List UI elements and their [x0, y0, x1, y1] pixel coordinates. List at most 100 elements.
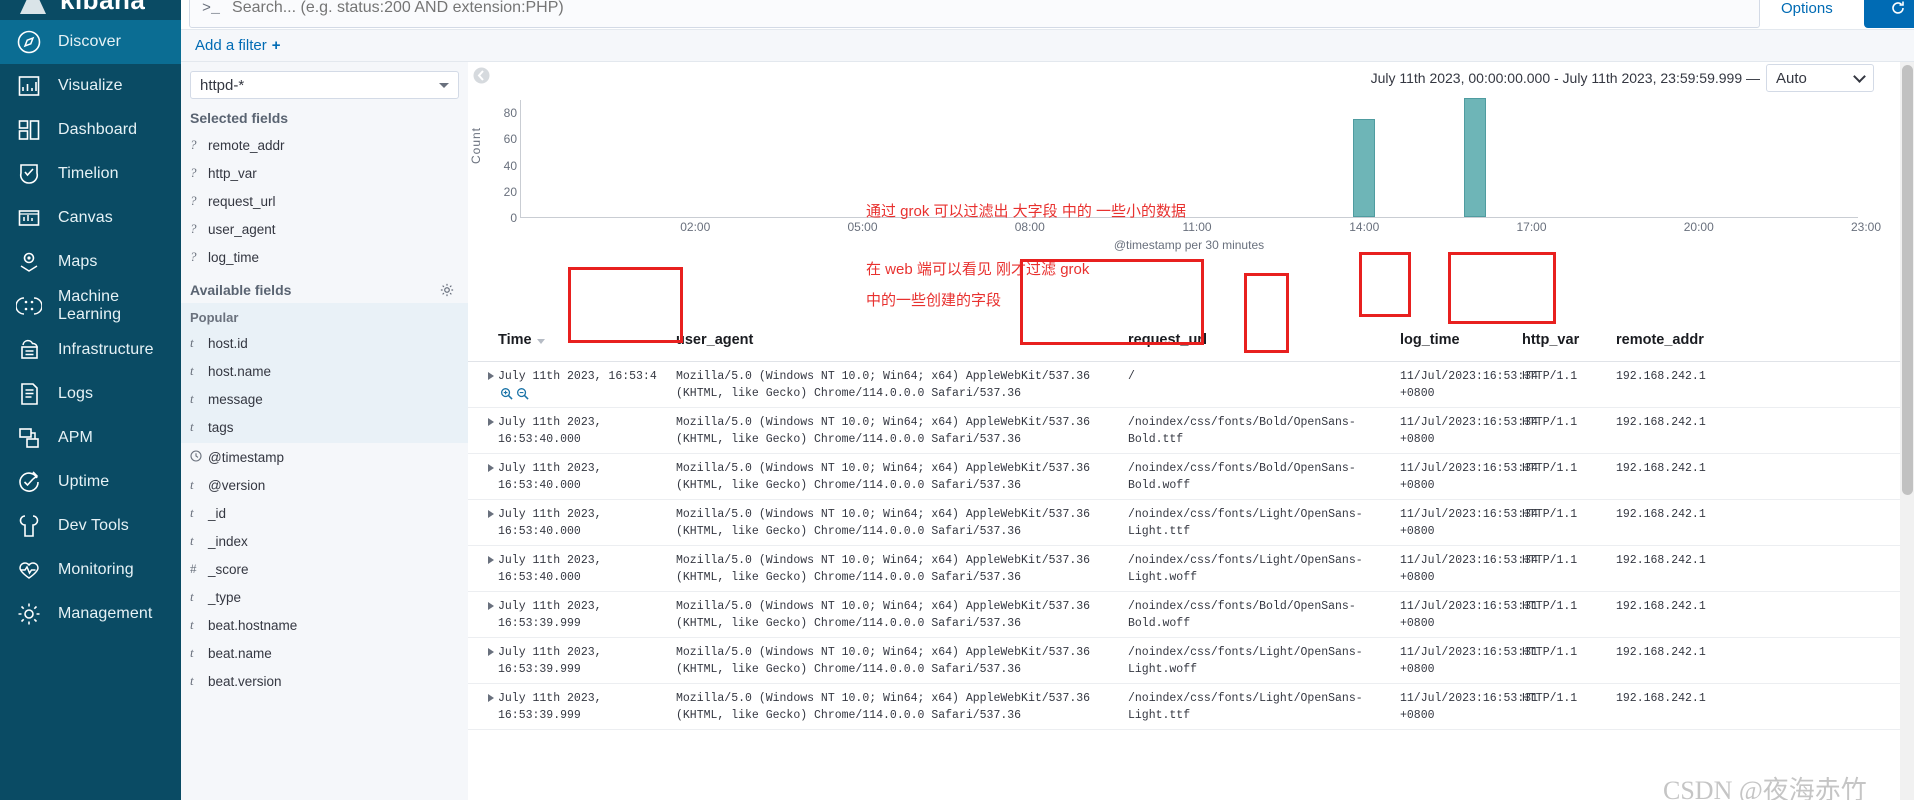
column-header-user-agent[interactable]: user_agent [676, 332, 1128, 348]
cell-user-agent: Mozilla/5.0 (Windows NT 10.0; Win64; x64… [676, 416, 1091, 446]
expand-row-button[interactable] [468, 507, 498, 545]
field-item-message[interactable]: t message [181, 385, 468, 413]
chevron-right-icon[interactable] [488, 556, 494, 564]
popular-fields-list: t host.id t host.name t message t tags [181, 329, 468, 441]
cell-request-url: /noindex/css/fonts/Bold/OpenSans-Bold.wo… [1128, 462, 1356, 492]
field-item--index[interactable]: t _index [181, 527, 468, 555]
column-header-time[interactable]: Time [498, 332, 676, 348]
field-settings-gear-icon[interactable] [440, 283, 454, 297]
expand-row-button[interactable] [468, 691, 498, 729]
chevron-right-icon[interactable] [488, 418, 494, 426]
expand-row-button[interactable] [468, 461, 498, 499]
field-name: @version [208, 477, 266, 493]
chevron-right-icon[interactable] [488, 372, 494, 380]
sidebar-item-discover[interactable]: Discover [0, 20, 181, 64]
field-item-host-name[interactable]: t host.name [181, 357, 468, 385]
sidebar-item-logs[interactable]: Logs [0, 372, 181, 416]
field-item--timestamp[interactable]: @timestamp [181, 443, 468, 471]
sidebar-item-label: Dev Tools [58, 517, 129, 534]
expand-row-button[interactable] [468, 553, 498, 591]
sidebar-item-apm[interactable]: APM [0, 416, 181, 460]
cell-request-url: / [1128, 370, 1135, 383]
table-header-row: Time user_agent request_url log_time htt… [468, 318, 1914, 362]
field-item--type[interactable]: t _type [181, 583, 468, 611]
sidebar-item-visualize[interactable]: Visualize [0, 64, 181, 108]
field-name: _id [208, 505, 227, 521]
column-header-log-time[interactable]: log_time [1400, 332, 1522, 348]
field-item-request-url[interactable]: ? request_url [181, 187, 468, 215]
table-row[interactable]: July 11th 2023, 16:53:39.999 Mozilla/5.0 … [468, 592, 1914, 638]
infrastructure-icon [16, 337, 42, 363]
interval-select[interactable]: Auto [1766, 64, 1874, 92]
page-scrollbar[interactable] [1900, 62, 1914, 800]
table-row[interactable]: July 11th 2023, 16:53:4 Mozilla/5.0 (Wind… [468, 362, 1914, 408]
field-item-beat-name[interactable]: t beat.name [181, 639, 468, 667]
sidebar-item-management[interactable]: Management [0, 592, 181, 636]
sidebar-item-maps[interactable]: Maps [0, 240, 181, 284]
field-item--version[interactable]: t @version [181, 471, 468, 499]
field-item-tags[interactable]: t tags [181, 413, 468, 441]
field-item--id[interactable]: t _id [181, 499, 468, 527]
scrollbar-thumb[interactable] [1902, 65, 1913, 495]
chart-bar[interactable] [1463, 97, 1486, 217]
chevron-right-icon[interactable] [488, 510, 494, 518]
field-item-user-agent[interactable]: ? user_agent [181, 215, 468, 243]
refresh-button[interactable]: Refresh [1864, 0, 1914, 28]
chevron-right-icon[interactable] [488, 694, 494, 702]
chevron-right-icon[interactable] [488, 602, 494, 610]
index-pattern-select[interactable]: httpd-* [190, 71, 459, 99]
table-row[interactable]: July 11th 2023, 16:53:40.000 Mozilla/5.0 … [468, 454, 1914, 500]
cell-http-var: HTTP/1.1 [1522, 554, 1578, 567]
field-item-log-time[interactable]: ? log_time [181, 243, 468, 271]
chevron-right-icon[interactable] [488, 648, 494, 656]
filter-for-value-icon[interactable] [500, 387, 513, 407]
search-input[interactable] [232, 0, 1747, 17]
app-logo[interactable]: kibana [0, 0, 181, 20]
sidebar-item-monitoring[interactable]: Monitoring [0, 548, 181, 592]
cell-log-time: 11/Jul/2023:16:53:34 +0800 [1400, 370, 1539, 400]
table-row[interactable]: July 11th 2023, 16:53:39.999 Mozilla/5.0 … [468, 638, 1914, 684]
field-item-remote-addr[interactable]: ? remote_addr [181, 131, 468, 159]
cell-user-agent: Mozilla/5.0 (Windows NT 10.0; Win64; x64… [676, 462, 1091, 492]
expand-row-button[interactable] [468, 599, 498, 637]
cell-request-url: /noindex/css/fonts/Light/OpenSans-Light.… [1128, 508, 1363, 538]
table-row[interactable]: July 11th 2023, 16:53:40.000 Mozilla/5.0 … [468, 500, 1914, 546]
sort-caret-icon[interactable] [536, 338, 545, 344]
cell-time-value: July 11th 2023, 16:53:40.000 [498, 416, 602, 446]
time-range-label[interactable]: July 11th 2023, 00:00:00.000 - July 11th… [468, 70, 1760, 86]
field-name: host.name [208, 363, 272, 379]
sidebar-item-infrastructure[interactable]: Infrastructure [0, 328, 181, 372]
chart-x-tick: 17:00 [1516, 220, 1547, 234]
search-box[interactable]: >_ [189, 0, 1760, 28]
field-item-host-id[interactable]: t host.id [181, 329, 468, 357]
filter-out-value-icon[interactable] [516, 387, 529, 407]
chart-y-tick: 40 [503, 158, 517, 173]
sidebar-item-timelion[interactable]: Timelion [0, 152, 181, 196]
field-item-beat-hostname[interactable]: t beat.hostname [181, 611, 468, 639]
field-item-http-var[interactable]: ? http_var [181, 159, 468, 187]
sidebar-item-dev-tools[interactable]: Dev Tools [0, 504, 181, 548]
sidebar-item-canvas[interactable]: Canvas [0, 196, 181, 240]
chevron-right-icon[interactable] [488, 464, 494, 472]
sidebar-item-uptime[interactable]: Uptime [0, 460, 181, 504]
table-row[interactable]: July 11th 2023, 16:53:40.000 Mozilla/5.0 … [468, 408, 1914, 454]
expand-row-button[interactable] [468, 645, 498, 683]
add-filter-button[interactable]: Add a filter + [195, 37, 280, 54]
field-name: remote_addr [208, 137, 285, 153]
field-item--score[interactable]: # _score [181, 555, 468, 583]
filter-magnifier-icons[interactable] [500, 387, 529, 407]
column-header-remote-addr[interactable]: remote_addr [1616, 332, 1796, 348]
table-row[interactable]: July 11th 2023, 16:53:40.000 Mozilla/5.0 … [468, 546, 1914, 592]
sidebar-item-dashboard[interactable]: Dashboard [0, 108, 181, 152]
chart-plot-area[interactable] [520, 97, 1858, 218]
table-row[interactable]: July 11th 2023, 16:53:39.999 Mozilla/5.0 … [468, 684, 1914, 730]
options-button[interactable]: Options [1781, 0, 1833, 18]
chart-bar[interactable] [1352, 118, 1375, 217]
column-header-http-var[interactable]: http_var [1522, 332, 1616, 348]
expand-row-button[interactable] [468, 415, 498, 453]
expand-row-button[interactable] [468, 369, 498, 407]
field-item-beat-version[interactable]: t beat.version [181, 667, 468, 695]
cell-remote-addr: 192.168.242.1 [1616, 416, 1706, 429]
column-header-request-url[interactable]: request_url [1128, 332, 1400, 348]
sidebar-item-machine-learning[interactable]: Machine Learning [0, 284, 181, 328]
